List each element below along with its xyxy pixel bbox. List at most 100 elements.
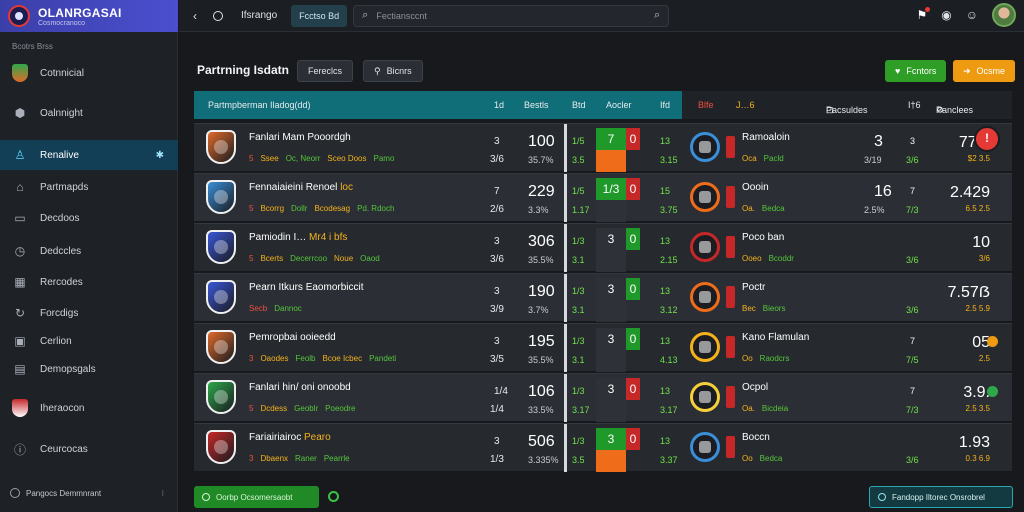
stat-cell[interactable]: 3	[596, 428, 626, 450]
team-crest-icon	[206, 180, 236, 214]
sidebar-item-1[interactable]: ⬢ Oalnnight	[0, 98, 178, 128]
sidebar-item-label: Dedccles	[40, 245, 82, 257]
opponent-name[interactable]: Oooin	[742, 182, 769, 193]
more-icon[interactable]: ⁝	[161, 489, 164, 498]
team-meta-item: Dcdess	[260, 404, 288, 413]
cell-g2: 3.5	[572, 155, 585, 165]
cell-b-value: 3.7%	[528, 305, 549, 315]
back-icon[interactable]: ‹	[193, 9, 207, 23]
sidebar-item-9[interactable]: ▤ Demopsgals	[0, 354, 178, 384]
col-6[interactable]: Blfe	[698, 100, 714, 110]
opponent-name[interactable]: Ocpol	[742, 382, 768, 393]
sidebar-item-3[interactable]: ⌂ Partmapds	[0, 172, 178, 202]
sidebar-item-0[interactable]: Cotnnicial	[0, 58, 178, 88]
team-name[interactable]: Fanlari hin/ oni onoobd	[249, 382, 351, 393]
col-2[interactable]: Bestls	[524, 100, 549, 110]
sidebar-item-4[interactable]: ▭ Decdoos	[0, 203, 178, 233]
stat-cell[interactable]: 3	[596, 378, 626, 400]
breadcrumb[interactable]: Ifsrango	[241, 10, 277, 21]
stat-cell[interactable]: 0	[626, 178, 640, 200]
col-3[interactable]: Btd	[572, 100, 586, 110]
filter-button[interactable]: Fereclcs	[297, 60, 354, 82]
col-7[interactable]: J…6	[736, 100, 755, 110]
stat-cell[interactable]: 0	[626, 378, 640, 400]
sidebar-item-6[interactable]: ▦ Rercodes	[0, 267, 178, 297]
sidebar-item-10[interactable]: Iheraocon	[0, 393, 178, 423]
table-row[interactable]: Pemropbai ooieedd 3 Oaodes Feolb Bcoe Icbec…	[194, 323, 1012, 372]
stat-cell[interactable]: 3	[596, 328, 626, 350]
cell-a: 3	[494, 136, 500, 147]
sidebar-item-2[interactable]: ♙ Renalive ✱	[0, 140, 178, 170]
share-button[interactable]: ➜ Ocsme	[953, 60, 1016, 82]
team-name[interactable]: Fariairiairoc Pearo	[249, 432, 331, 443]
stat-cell[interactable]: 7	[596, 128, 626, 150]
col-9[interactable]: I†6	[908, 100, 921, 110]
col-team[interactable]: Partmpberman Iladog(dd)	[208, 100, 311, 110]
stat-cell[interactable]: 0	[626, 228, 640, 250]
search-input[interactable]: ⌕ Fectiansccnt ⌕	[353, 4, 670, 27]
refresh-icon[interactable]	[213, 10, 223, 21]
opponent-name[interactable]: Ramoaloin	[742, 132, 790, 143]
sidebar-footer[interactable]: Pangocs Demmnrant ⁝	[0, 482, 178, 504]
search-submit-icon[interactable]: ⌕	[654, 9, 660, 22]
sidebar-item-8[interactable]: ▣ Cerlion	[0, 326, 178, 356]
team-name[interactable]: Pemropbai ooieedd	[249, 332, 336, 343]
team-meta-item: 3	[249, 354, 254, 363]
stat-cell[interactable]: 0	[626, 128, 640, 150]
col-4[interactable]: Aocler	[606, 100, 632, 110]
sidebar-item-7[interactable]: ↻ Forcdigs	[0, 298, 178, 328]
avatar[interactable]	[992, 3, 1016, 27]
team-name[interactable]: Pamiodin I… Mr4 i bfs	[249, 232, 347, 243]
table-row[interactable]: Fennaiaieini Renoel loc 5 Bcorrg Dollr Bcod…	[194, 173, 1012, 222]
status-ring-icon[interactable]	[328, 491, 339, 502]
stat-cell[interactable]: 0	[626, 428, 640, 450]
team-name[interactable]: Pearn Itkurs Eaomorbiccit	[249, 282, 364, 293]
table-row[interactable]: Fanlari Mam Pooordgh 5 Ssee Oc, Neorr Sceo …	[194, 123, 1012, 172]
help-icon[interactable]: ☺	[966, 8, 978, 22]
col-5[interactable]: Ifd	[660, 100, 670, 110]
cell-g1: 1/5	[572, 136, 585, 146]
table-row[interactable]: Pamiodin I… Mr4 i bfs 5 Bcerts Decerrcoo No…	[194, 223, 1012, 272]
col-10-label: Panclees	[936, 105, 974, 115]
row-total-sub: 2.5 5.9	[965, 304, 990, 313]
stat-cell[interactable]: 3	[596, 278, 626, 300]
table-row[interactable]: Pearn Itkurs Eaomorbiccit Secb Dannoc 3 1…	[194, 273, 1012, 322]
stat-cell[interactable]: 0	[626, 328, 640, 350]
stat-cell[interactable]: 3	[596, 228, 626, 250]
opponent-name[interactable]: Boccn	[742, 432, 770, 443]
team-crest-icon	[206, 430, 236, 464]
brand-header[interactable]: OLANRGASAI Cosmocranoco	[0, 0, 178, 32]
opponent-name[interactable]: Poco ban	[742, 232, 784, 243]
settings-icon[interactable]: ✱	[156, 150, 164, 161]
team-name-highlight: Pearo	[304, 432, 331, 443]
team-name[interactable]: Fennaiaieini Renoel loc	[249, 182, 353, 193]
sidebar-item-5[interactable]: ◷ Dedccles	[0, 236, 178, 266]
stat-cell[interactable]: 0	[626, 278, 640, 300]
team-meta-item: 5	[249, 154, 254, 163]
team-crest-icon	[206, 280, 236, 314]
sidebar-item-11[interactable]: ⓘ Ceurcocas	[0, 434, 178, 464]
opponent-name[interactable]: Poctr	[742, 282, 765, 293]
col-1[interactable]: 1d	[494, 100, 504, 110]
row-total-sub: 0.3 6.9	[965, 454, 990, 463]
alert-badge-icon[interactable]	[974, 126, 1000, 152]
cell-g1: 1/3	[572, 336, 585, 346]
footer-left-button[interactable]: Oorbp Ocsomersaobt	[194, 486, 319, 508]
team-name[interactable]: Fanlari Mam Pooordgh	[249, 132, 351, 143]
stat-cell[interactable]: 1/3	[596, 178, 626, 200]
alert-icon[interactable]: ◉	[941, 8, 951, 22]
opponent-meta-item: Pacld	[763, 154, 784, 163]
opponent-name[interactable]: Kano Flamulan	[742, 332, 809, 343]
team-meta-item: 5	[249, 404, 254, 413]
tools-button[interactable]: ⚲ Bicnrs	[363, 60, 423, 82]
row-total-sub: 2.5	[978, 354, 990, 363]
table-row[interactable]: Fariairiairoc Pearo 3 Dbaenx Raner Pearrle …	[194, 423, 1012, 472]
footer-right-button[interactable]: Fandopp Iltorec Onsrobrel	[869, 486, 1013, 508]
tab-active[interactable]: Fcctso Bd	[291, 4, 348, 27]
favorite-button[interactable]: ♥ Fcntors	[885, 60, 947, 82]
cell-g1: 1/3	[572, 436, 585, 446]
cell-gr: 13	[660, 136, 671, 146]
table-row[interactable]: Fanlari hin/ oni onoobd 5 Dcdess Geoblr Poe…	[194, 373, 1012, 422]
share-icon[interactable]: ⚑	[916, 7, 930, 22]
cell-b: 1/4	[490, 404, 504, 415]
